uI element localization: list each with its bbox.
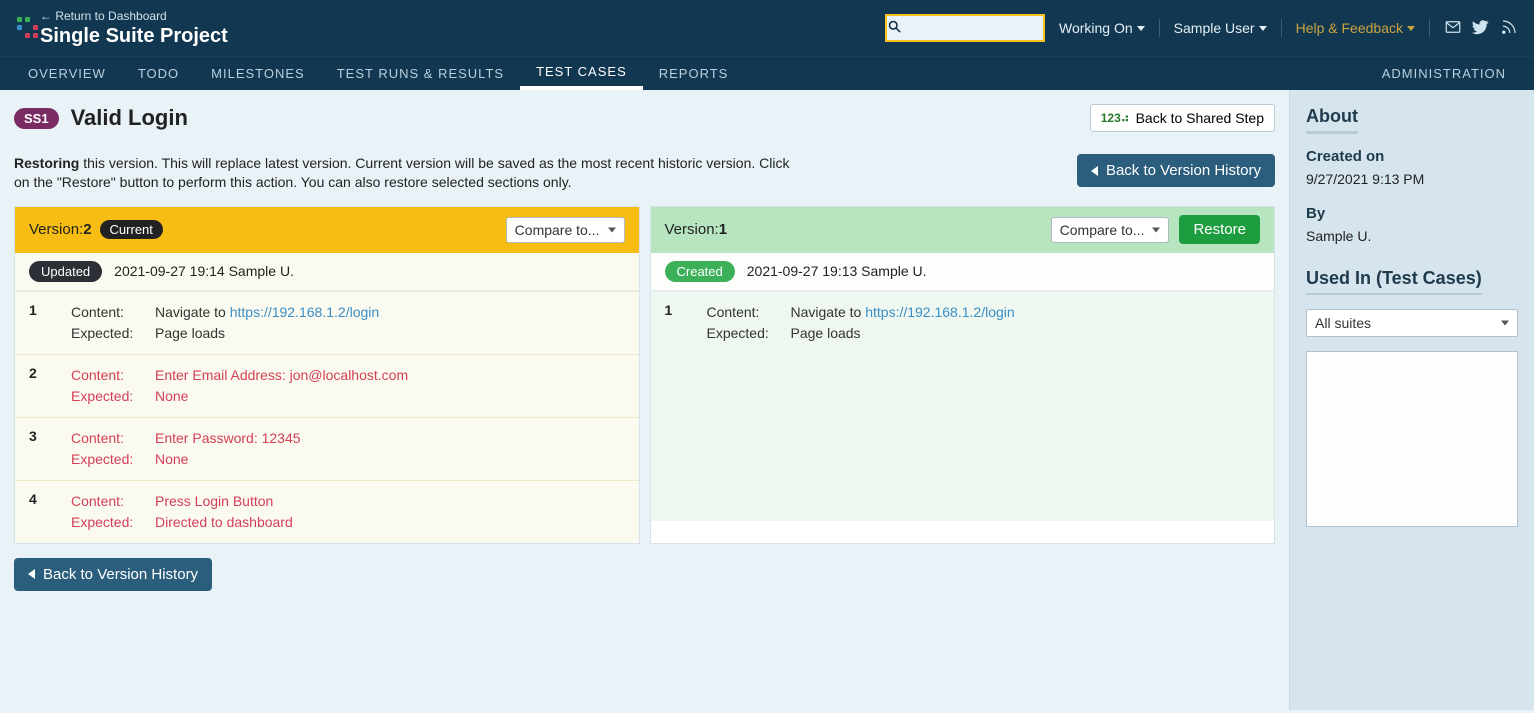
current-chip: Current bbox=[100, 220, 163, 239]
tab-todo[interactable]: TODO bbox=[122, 57, 195, 90]
content-label: Content: bbox=[71, 302, 141, 323]
tab-overview[interactable]: OVERVIEW bbox=[12, 57, 122, 90]
step-body: Content: Press Login Button Expected: Direc… bbox=[71, 491, 625, 533]
back-to-version-history-button-bottom[interactable]: Back to Version History bbox=[14, 558, 212, 591]
restore-button[interactable]: Restore bbox=[1179, 215, 1260, 244]
back-to-shared-step-button[interactable]: 123⠴ Back to Shared Step bbox=[1090, 104, 1275, 132]
created-pill: Created bbox=[665, 261, 735, 282]
suites-select[interactable]: All suites bbox=[1306, 309, 1518, 337]
case-title: Valid Login bbox=[71, 105, 188, 131]
step-row: 2 Content: Enter Email Address: jon@localh… bbox=[15, 354, 639, 417]
content-value: Enter Email Address: jon@localhost.com bbox=[155, 365, 408, 386]
arrow-left-icon bbox=[1091, 166, 1098, 176]
created-on-value: 9/27/2021 9:13 PM bbox=[1306, 171, 1518, 187]
step-number: 3 bbox=[29, 428, 47, 470]
tab-testruns[interactable]: TEST RUNS & RESULTS bbox=[321, 57, 520, 90]
twitter-icon[interactable] bbox=[1472, 18, 1490, 39]
step-row: 1 Content: Navigate to https://192.168.1.2… bbox=[651, 291, 1275, 354]
content-link[interactable]: https://192.168.1.2/login bbox=[230, 304, 379, 320]
case-id-chip: SS1 bbox=[14, 108, 59, 129]
tab-testcases[interactable]: TEST CASES bbox=[520, 57, 643, 90]
return-to-dashboard-link[interactable]: ← Return to Dashboard bbox=[40, 9, 228, 23]
divider bbox=[1281, 19, 1282, 37]
content-label: Content: bbox=[71, 491, 141, 512]
step-row: 3 Content: Enter Password: 12345 Expected: N… bbox=[15, 417, 639, 480]
chevron-down-icon bbox=[1137, 26, 1145, 31]
content-label: Content: bbox=[71, 428, 141, 449]
step-body: Content: Navigate to https://192.168.1.2/… bbox=[71, 302, 625, 344]
expected-value: Directed to dashboard bbox=[155, 512, 293, 533]
step-row: 4 Content: Press Login Button Expected: Dire… bbox=[15, 480, 639, 543]
by-value: Sample U. bbox=[1306, 228, 1518, 244]
steps-list-v2: 1 Content: Navigate to https://192.168.1.2… bbox=[15, 291, 639, 543]
shared-step-icon: 123⠴ bbox=[1101, 111, 1130, 125]
arrow-left-icon bbox=[28, 569, 35, 579]
expected-value: Page loads bbox=[791, 323, 861, 344]
content-label: Content: bbox=[71, 365, 141, 386]
content-link[interactable]: https://192.168.1.2/login bbox=[865, 304, 1014, 320]
version-panel-2: Version:2 Current Compare to... Updated … bbox=[14, 206, 640, 544]
content-label: Content: bbox=[707, 302, 777, 323]
step-number: 1 bbox=[665, 302, 683, 344]
by-label: By bbox=[1306, 205, 1518, 222]
help-feedback-dropdown[interactable]: Help & Feedback bbox=[1296, 20, 1415, 36]
sidebar: About Created on 9/27/2021 9:13 PM By Sa… bbox=[1290, 90, 1534, 710]
step-body: Content: Enter Password: 12345 Expected: No… bbox=[71, 428, 625, 470]
step-body: Content: Navigate to https://192.168.1.2/… bbox=[707, 302, 1261, 344]
expected-label: Expected: bbox=[71, 449, 141, 470]
search-input[interactable] bbox=[902, 16, 1086, 40]
restore-message: Restoring this version. This will replac… bbox=[14, 154, 794, 192]
version-meta: 2021-09-27 19:14 Sample U. bbox=[114, 263, 294, 279]
compare-to-select-v2[interactable]: Compare to... bbox=[506, 217, 625, 243]
step-body: Content: Enter Email Address: jon@localho… bbox=[71, 365, 625, 407]
chevron-down-icon bbox=[1259, 26, 1267, 31]
updated-pill: Updated bbox=[29, 261, 102, 282]
version-meta: 2021-09-27 19:13 Sample U. bbox=[747, 263, 927, 279]
top-header: ← Return to Dashboard Single Suite Proje… bbox=[0, 0, 1534, 56]
step-number: 2 bbox=[29, 365, 47, 407]
expected-value: None bbox=[155, 449, 188, 470]
content-value: Navigate to https://192.168.1.2/login bbox=[155, 302, 379, 323]
created-on-label: Created on bbox=[1306, 148, 1518, 165]
about-heading: About bbox=[1306, 106, 1358, 134]
search-icon bbox=[887, 19, 902, 38]
tab-administration[interactable]: ADMINISTRATION bbox=[1366, 57, 1522, 90]
used-in-heading: Used In (Test Cases) bbox=[1306, 268, 1482, 295]
chevron-down-icon bbox=[1407, 26, 1415, 31]
expected-label: Expected: bbox=[707, 323, 777, 344]
compare-to-select-v1[interactable]: Compare to... bbox=[1051, 217, 1170, 243]
step-row: 1 Content: Navigate to https://192.168.1.2… bbox=[15, 291, 639, 354]
nav-tabs: OVERVIEW TODO MILESTONES TEST RUNS & RES… bbox=[0, 56, 1534, 90]
project-title: Single Suite Project bbox=[40, 25, 228, 48]
expected-value: None bbox=[155, 386, 188, 407]
user-dropdown[interactable]: Sample User bbox=[1174, 20, 1267, 36]
version-label: Version:1 bbox=[665, 221, 728, 238]
tab-reports[interactable]: REPORTS bbox=[643, 57, 745, 90]
steps-list-v1: 1 Content: Navigate to https://192.168.1.2… bbox=[651, 291, 1275, 521]
content-value: Press Login Button bbox=[155, 491, 273, 512]
rss-icon[interactable] bbox=[1500, 18, 1518, 39]
app-logo bbox=[16, 16, 40, 40]
expected-label: Expected: bbox=[71, 386, 141, 407]
divider bbox=[1159, 19, 1160, 37]
used-in-list[interactable] bbox=[1306, 351, 1518, 527]
mail-icon[interactable] bbox=[1444, 18, 1462, 39]
expected-label: Expected: bbox=[71, 323, 141, 344]
version-label: Version:2 bbox=[29, 221, 92, 238]
step-number: 1 bbox=[29, 302, 47, 344]
tab-milestones[interactable]: MILESTONES bbox=[195, 57, 321, 90]
content-value: Navigate to https://192.168.1.2/login bbox=[791, 302, 1015, 323]
expected-label: Expected: bbox=[71, 512, 141, 533]
search-box[interactable] bbox=[885, 14, 1045, 42]
version-panel-1: Version:1 Compare to... Restore Created … bbox=[650, 206, 1276, 544]
content-value: Enter Password: 12345 bbox=[155, 428, 301, 449]
expected-value: Page loads bbox=[155, 323, 225, 344]
step-number: 4 bbox=[29, 491, 47, 533]
back-to-version-history-button-top[interactable]: Back to Version History bbox=[1077, 154, 1275, 187]
divider bbox=[1429, 19, 1430, 37]
